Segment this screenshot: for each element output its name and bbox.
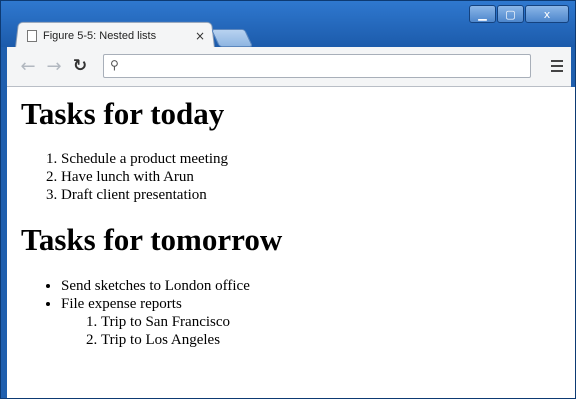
page-icon: [27, 30, 37, 42]
heading-tasks-today: Tasks for today: [21, 96, 225, 131]
back-arrow-icon[interactable]: ←: [17, 55, 39, 77]
tab-title: Figure 5-5: Nested lists: [43, 30, 157, 42]
close-window-button[interactable]: x: [525, 5, 569, 23]
toolbar: ← → ↻ ⚲: [7, 47, 571, 87]
heading-tasks-tomorrow: Tasks for tomorrow: [21, 222, 283, 257]
address-bar[interactable]: ⚲: [103, 54, 531, 78]
active-tab-content[interactable]: Figure 5-5: Nested lists ×: [21, 25, 211, 47]
list-item: Trip to San Francisco: [101, 313, 575, 331]
expense-sublist: Trip to San Francisco Trip to Los Angele…: [61, 313, 575, 349]
list-item: Have lunch with Arun: [61, 168, 575, 186]
tomorrow-task-list: Send sketches to London office File expe…: [7, 277, 575, 349]
list-item: Schedule a product meeting: [61, 150, 575, 168]
today-task-list: Schedule a product meeting Have lunch wi…: [7, 150, 575, 204]
tab-close-icon[interactable]: ×: [195, 29, 205, 43]
maximize-button[interactable]: ▢: [497, 5, 524, 23]
search-icon: ⚲: [110, 58, 119, 72]
page-content: Tasks for today Schedule a product meeti…: [7, 87, 575, 398]
list-item: File expense reports Trip to San Francis…: [61, 295, 575, 349]
window-controls: ▁ ▢ x: [468, 5, 569, 25]
list-item-label: File expense reports: [61, 296, 182, 312]
hamburger-menu-icon[interactable]: [547, 56, 567, 76]
browser-window: ▁ ▢ x Figure 5-5: Nested lists × ← → ↻ ⚲…: [0, 0, 576, 399]
reload-icon[interactable]: ↻: [69, 55, 91, 77]
address-input[interactable]: [126, 57, 526, 77]
list-item: Draft client presentation: [61, 186, 575, 204]
list-item: Send sketches to London office: [61, 277, 575, 295]
forward-arrow-icon[interactable]: →: [43, 55, 65, 77]
minimize-button[interactable]: ▁: [469, 5, 496, 23]
list-item: Trip to Los Angeles: [101, 331, 575, 349]
